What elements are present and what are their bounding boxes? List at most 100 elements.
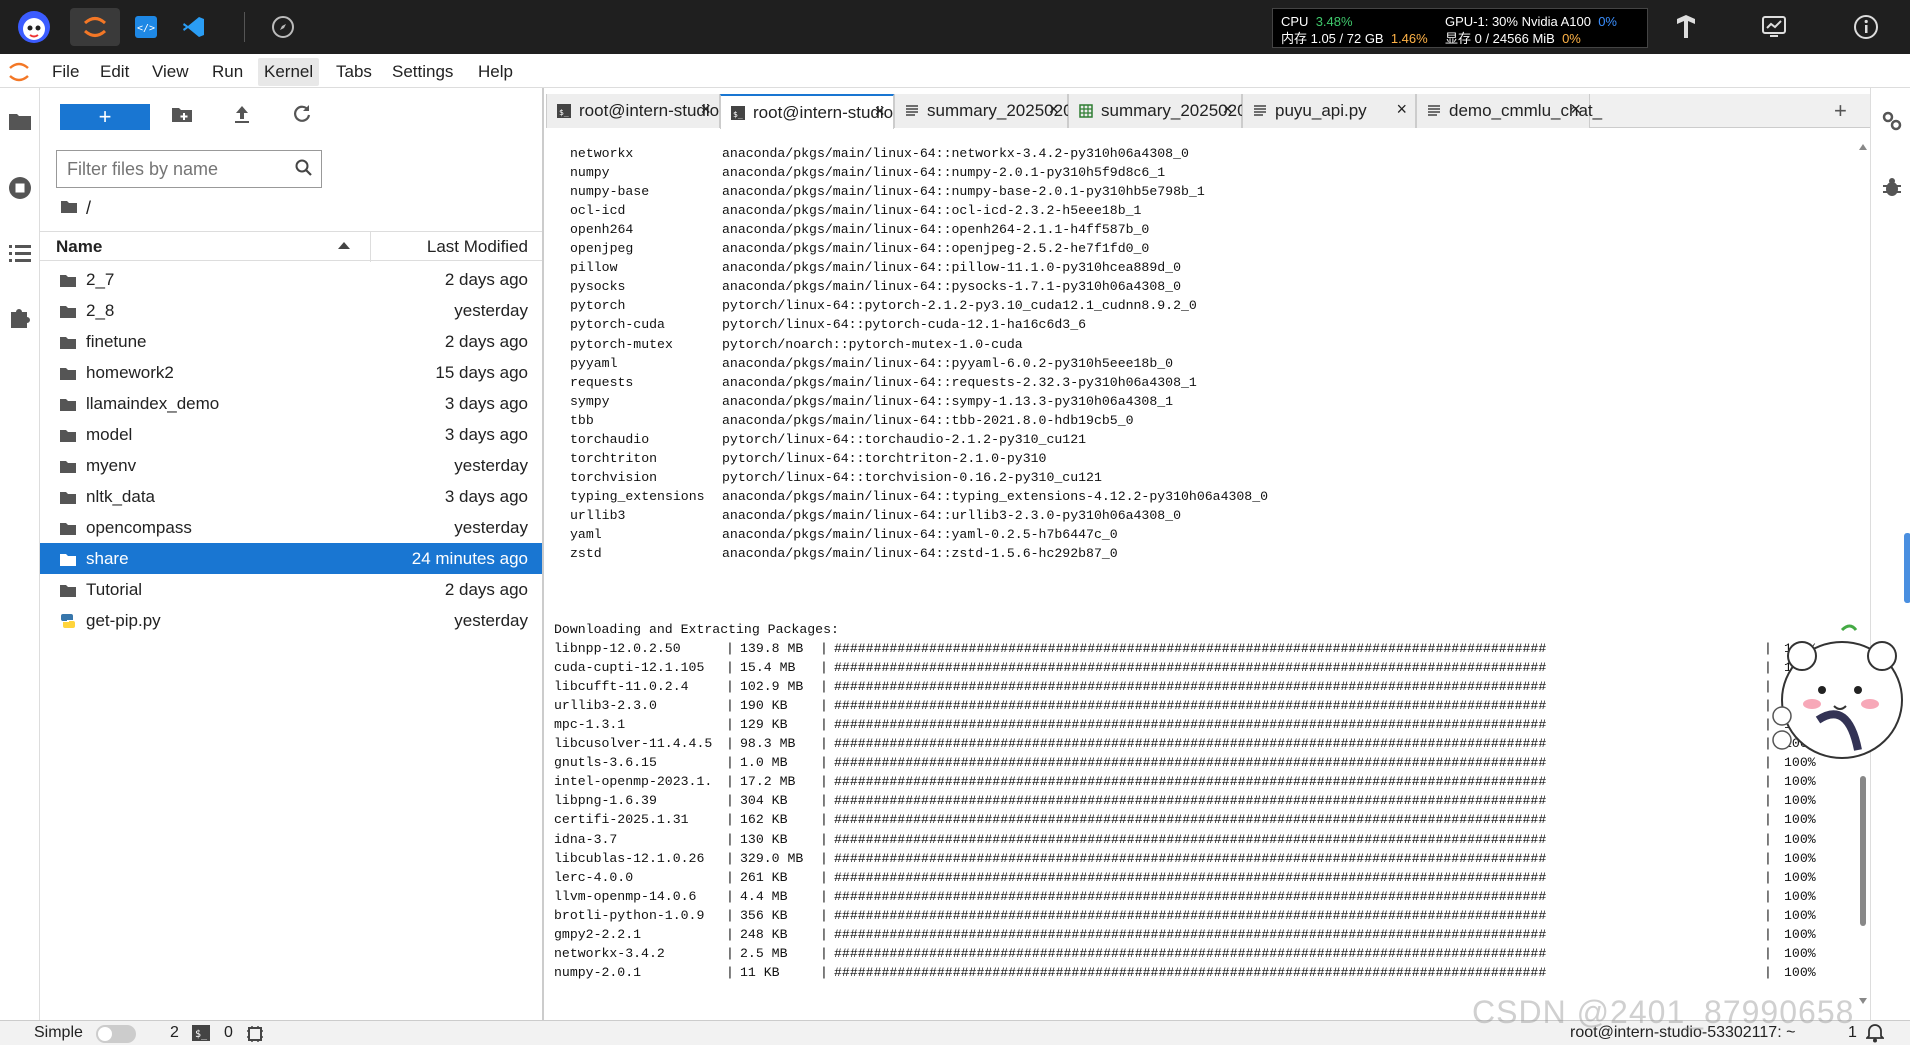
file-name: finetune	[86, 332, 147, 351]
running-sessions-icon[interactable]	[8, 176, 32, 200]
file-modified: 15 days ago	[435, 363, 528, 382]
file-list-item[interactable]: 2_8 yesterday	[40, 295, 542, 326]
file-name: get-pip.py	[86, 611, 161, 630]
terminal-output[interactable]: networkx anaconda/pkgs/main/linux-64::net…	[554, 136, 1850, 1012]
download-name: llvm-openmp-14.0.6	[554, 888, 697, 904]
separator: |	[820, 926, 828, 942]
menu-edit[interactable]: Edit	[100, 62, 129, 82]
mascot-icon[interactable]	[14, 8, 54, 46]
file-list-item[interactable]: nltk_data 3 days ago	[40, 481, 542, 512]
svg-text:</>: </>	[137, 23, 155, 34]
close-icon[interactable]: ×	[1048, 99, 1059, 120]
debugger-icon[interactable]	[1881, 176, 1903, 203]
package-source: pytorch/linux-64::pytorch-2.1.2-py3.10_c…	[722, 298, 1197, 314]
file-list-item[interactable]: homework2 15 days ago	[40, 357, 542, 388]
tab-4[interactable]: summary_2025020 ×	[1068, 94, 1247, 128]
package-name: typing_extensions	[570, 488, 705, 504]
package-name: openjpeg	[570, 241, 634, 257]
file-filter-input[interactable]	[67, 158, 277, 180]
separator: |	[726, 907, 734, 923]
progress-bar: ########################################…	[834, 850, 1547, 866]
table-of-contents-icon[interactable]	[8, 242, 32, 266]
package-name: ocl-icd	[570, 203, 626, 219]
simple-mode-toggle[interactable]	[96, 1025, 136, 1043]
file-filter-field[interactable]	[56, 150, 322, 188]
tab-title: root@intern-studio	[579, 101, 720, 120]
side-handle[interactable]	[1904, 533, 1910, 603]
file-list-item[interactable]: finetune 2 days ago	[40, 326, 542, 357]
terminal-count[interactable]: 2	[170, 1024, 179, 1042]
download-name: gmpy2-2.2.1	[554, 926, 642, 942]
jupyter-icon[interactable]	[70, 8, 120, 46]
kernel-count[interactable]: 0	[224, 1024, 233, 1042]
progress-bar: ########################################…	[834, 717, 1547, 733]
download-size: 11 KB	[740, 964, 780, 980]
refresh-icon[interactable]	[290, 102, 320, 132]
tab-6[interactable]: demo_cmmlu_chat_ ×	[1416, 94, 1602, 128]
compass-icon[interactable]	[268, 8, 298, 46]
file-list-item[interactable]: share 24 minutes ago	[40, 543, 542, 574]
file-modified: 2 days ago	[444, 580, 528, 599]
file-list-item[interactable]: opencompass yesterday	[40, 512, 542, 543]
menu-file[interactable]: File	[52, 62, 79, 82]
package-source: anaconda/pkgs/main/linux-64::ocl-icd-2.3…	[722, 203, 1142, 219]
file-modified: yesterday	[454, 456, 528, 475]
menu-run[interactable]: Run	[212, 62, 243, 82]
add-tab-icon[interactable]: +	[1834, 98, 1847, 124]
close-icon[interactable]: ×	[1396, 99, 1407, 120]
separator: |	[820, 755, 828, 771]
extensions-icon[interactable]	[8, 306, 32, 330]
cpu-value: 3.48%	[1315, 14, 1353, 29]
mascot-sticker-icon	[1762, 620, 1910, 770]
folder-icon	[60, 303, 76, 318]
upload-icon[interactable]	[230, 102, 260, 132]
package-source: anaconda/pkgs/main/linux-64::zstd-1.5.6-…	[722, 546, 1118, 562]
search-icon[interactable]	[295, 159, 313, 182]
file-list-item[interactable]: model 3 days ago	[40, 419, 542, 450]
info-icon[interactable]	[1848, 8, 1884, 46]
separator: |	[1764, 926, 1772, 942]
download-size: 190 KB	[740, 698, 788, 714]
right-sidebar-tabs	[1870, 88, 1910, 1020]
folder-icon[interactable]	[60, 198, 78, 219]
breadcrumb-path[interactable]: /	[86, 198, 91, 219]
monitor-icon[interactable]	[1756, 8, 1792, 46]
separator: |	[820, 793, 828, 809]
terminal-scrollbar[interactable]	[1856, 136, 1870, 1012]
code-editor-icon[interactable]: </>	[132, 8, 160, 46]
tab-5[interactable]: puyu_api.py ×	[1242, 94, 1416, 128]
column-name[interactable]: Name	[56, 237, 102, 257]
menu-tabs[interactable]: Tabs	[336, 62, 372, 82]
menu-settings[interactable]: Settings	[392, 62, 453, 82]
terminal-icon[interactable]: $_	[192, 1025, 210, 1046]
package-source: pytorch/noarch::pytorch-mutex-1.0-cuda	[722, 336, 1023, 352]
new-launcher-button[interactable]: +	[60, 104, 150, 130]
file-list-item[interactable]: myenv yesterday	[40, 450, 542, 481]
file-list-item[interactable]: llamaindex_demo 3 days ago	[40, 388, 542, 419]
vscode-icon[interactable]	[180, 8, 208, 46]
column-last-modified[interactable]: Last Modified	[427, 237, 528, 257]
file-list-item[interactable]: Tutorial 2 days ago	[40, 574, 542, 605]
menu-help[interactable]: Help	[478, 62, 513, 82]
file-list-item[interactable]: 2_7 2 days ago	[40, 264, 542, 295]
divider	[244, 12, 245, 42]
bell-icon[interactable]	[1864, 1023, 1886, 1048]
file-modified: 3 days ago	[444, 394, 528, 413]
property-inspector-icon[interactable]	[1881, 110, 1903, 137]
close-icon[interactable]: ×	[874, 101, 885, 122]
new-folder-icon[interactable]	[170, 102, 200, 132]
download-percent: 100%	[1784, 945, 1816, 961]
tensorboard-icon[interactable]	[1668, 8, 1704, 46]
tab-1[interactable]: $_ root@intern-studio ×	[546, 94, 720, 128]
file-list-item[interactable]: get-pip.py yesterday	[40, 605, 542, 636]
folder-icon[interactable]	[8, 110, 32, 134]
menu-kernel[interactable]: Kernel	[258, 58, 320, 86]
close-icon[interactable]: ×	[700, 99, 711, 120]
tab-2[interactable]: $_ root@intern-studio ×	[720, 94, 894, 129]
close-icon[interactable]: ×	[1570, 99, 1581, 120]
package-name: urllib3	[570, 507, 626, 523]
tab-3[interactable]: summary_2025020 ×	[894, 94, 1073, 128]
package-source: anaconda/pkgs/main/linux-64::typing_exte…	[722, 488, 1269, 504]
close-icon[interactable]: ×	[1222, 99, 1233, 120]
menu-view[interactable]: View	[152, 62, 189, 82]
